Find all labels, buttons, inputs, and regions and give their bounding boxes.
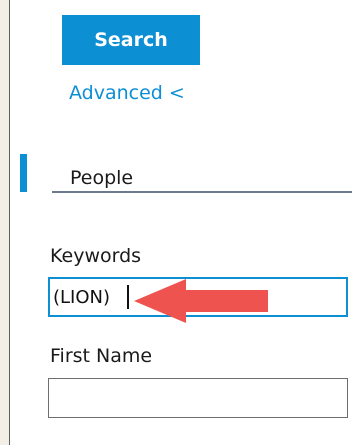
section-divider bbox=[52, 191, 352, 193]
text-cursor bbox=[127, 285, 129, 309]
advanced-search-link[interactable]: Advanced < bbox=[69, 82, 185, 104]
section-title: People bbox=[70, 167, 134, 189]
first-name-input[interactable] bbox=[48, 378, 348, 418]
search-tab[interactable]: Search bbox=[62, 15, 200, 65]
keywords-label: Keywords bbox=[50, 245, 142, 267]
arrow-shape bbox=[134, 279, 268, 323]
red-arrow-icon bbox=[134, 279, 268, 323]
first-name-label: First Name bbox=[50, 345, 153, 367]
section-marker bbox=[20, 154, 27, 192]
search-panel: Search Advanced < People Keywords First … bbox=[9, 0, 352, 445]
